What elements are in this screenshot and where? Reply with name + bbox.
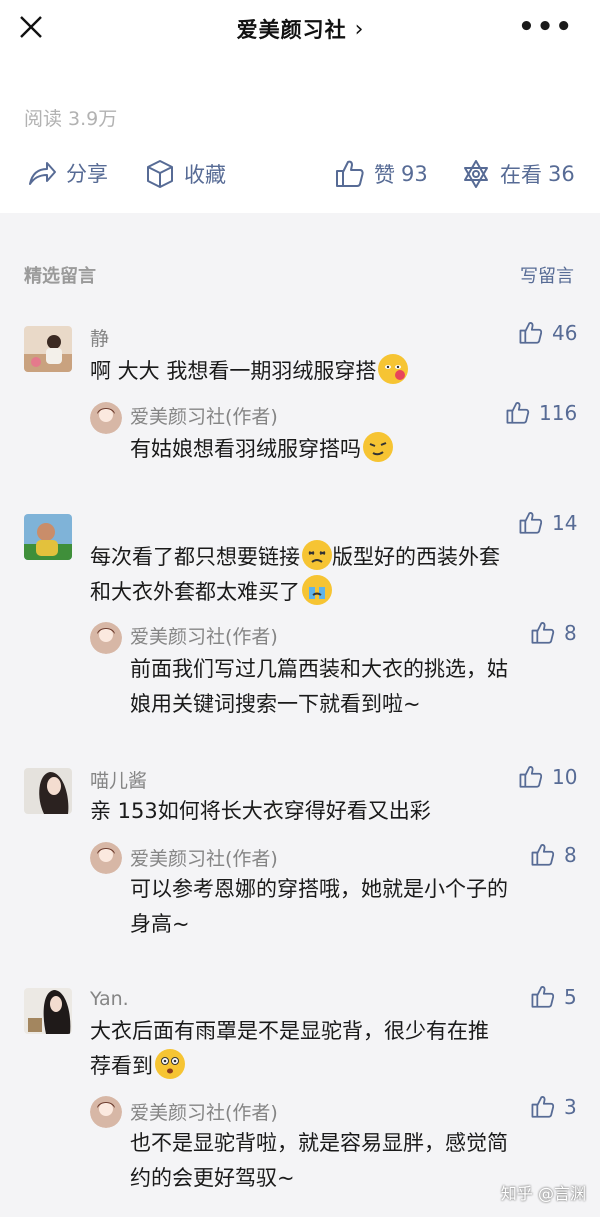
author-name: 爱美颜习社(作者) [130,1102,278,1124]
reply-like-button[interactable]: 116 [505,400,577,426]
comment-like-count: 5 [564,985,577,1009]
share-label: 分享 [66,162,108,186]
watching-button[interactable]: 在看 36 [460,158,575,190]
like-button[interactable]: 赞 93 [334,158,428,190]
top-bar: 爱美颜习社 › ••• [0,0,600,58]
thumbs-up-icon [519,322,543,344]
reply-text: 前面我们写过几篇西装和大衣的挑选，姑 娘用关键词搜索一下就看到啦~ [130,652,508,722]
user-photo [24,988,72,1034]
reply-text: 可以参考恩娜的穿搭哦，她就是小个子的 身高~ [130,872,508,942]
page-title: 爱美颜习社 [236,18,347,42]
comment-like-button[interactable]: 14 [518,510,577,536]
thumbs-up-icon [531,1096,555,1118]
comment-text-line1: 每次看了都只想要链接 [90,545,300,569]
like-label: 赞 [374,163,395,187]
comment-text-content: 啊 大大 我想看一期羽绒服穿搭 [90,359,377,383]
reply-text-line1: 前面我们写过几篇西装和大衣的挑选，姑 [130,657,508,681]
write-comment-link[interactable]: 写留言 [520,262,574,288]
like-count: 93 [401,162,428,186]
comment-like-button[interactable]: 5 [530,984,577,1010]
author-name: 爱美颜习社(作者) [130,406,278,428]
reply-like-count: 116 [539,401,578,425]
avatar[interactable] [24,514,72,560]
reply-text-line2: 身高~ [130,912,190,936]
cube-icon [147,160,173,188]
user-photo [24,326,72,372]
comment-like-button[interactable]: 10 [518,764,577,790]
emoji-icon [155,1049,185,1079]
author-avatar-image [90,842,122,874]
comment-username: 静 [90,328,110,350]
thumbs-up-icon [336,160,364,187]
comment-text-line1: 大衣后面有雨罩是不是显驼背，很少有在推 [90,1019,489,1043]
reply-text-line1: 可以参考恩娜的穿搭哦，她就是小个子的 [130,877,508,901]
author-avatar[interactable] [90,1096,122,1128]
close-icon[interactable] [18,14,44,40]
comment-text: 亲 153如何将长大衣穿得好看又出彩 [90,799,431,823]
thumbs-up-icon [519,766,543,788]
watching-count: 36 [548,162,575,186]
article-footer: 阅读 3.9万 分享 收藏 赞 93 在看 36 [0,58,600,213]
comment-like-button[interactable]: 46 [518,320,577,346]
reply-text-line1: 也不是显驼背啦，就是容易显胖，感觉简 [130,1131,508,1155]
comment-text: 大衣后面有雨罩是不是显驼背，很少有在推 荐看到 [90,1014,489,1084]
emoji-icon [302,540,332,570]
author-avatar-image [90,402,122,434]
emoji-icon [378,354,409,384]
reply-text: 也不是显驼背啦，就是容易显胖，感觉简 约的会更好驾驭~ [130,1126,508,1196]
user-photo [24,514,72,560]
featured-comments-heading: 精选留言 [24,266,96,287]
author-avatar[interactable] [90,842,122,874]
share-icon [29,162,56,185]
thumbs-up-icon [531,986,555,1008]
reply-text-content: 有姑娘想看羽绒服穿搭吗 [130,437,361,461]
avatar[interactable] [24,988,72,1034]
avatar[interactable] [24,326,72,372]
avatar[interactable] [24,768,72,814]
favorite-button[interactable]: 收藏 [144,158,226,190]
reply-like-button[interactable]: 8 [530,620,577,646]
comment-text: 每次看了都只想要链接 版型好的西装外套 和大衣外套都太难买了 [90,540,500,610]
account-title[interactable]: 爱美颜习社 › [237,14,364,44]
thumbs-up-icon [519,512,543,534]
reply-like-count: 8 [564,843,577,867]
comment-text: 啊 大大 我想看一期羽绒服穿搭 [90,354,409,389]
favorite-label: 收藏 [184,163,226,187]
author-avatar[interactable] [90,622,122,654]
reply-text-line2: 约的会更好驾驭~ [130,1166,295,1190]
thumbs-up-icon [506,402,530,424]
author-avatar-image [90,622,122,654]
comment-username: Yan. [90,988,129,1010]
reply-like-button[interactable]: 3 [530,1094,577,1120]
read-count: 阅读 3.9万 [24,108,118,130]
author-avatar-image [90,1096,122,1128]
article-actions: 分享 收藏 赞 93 在看 36 [0,158,600,208]
author-avatar[interactable] [90,402,122,434]
reply-text: 有姑娘想看羽绒服穿搭吗 [130,432,393,467]
comment-text-line2: 和大衣外套都太难买了 [90,580,300,604]
comment-like-count: 14 [552,511,578,535]
star-of-david-icon [464,160,488,188]
reply-like-button[interactable]: 8 [530,842,577,868]
more-options-icon[interactable]: ••• [518,14,574,40]
share-button[interactable]: 分享 [26,158,108,188]
watermark: 知乎 @言渊 [500,1184,586,1203]
reply-text-line2: 娘用关键词搜索一下就看到啦~ [130,692,421,716]
comment-username: 喵儿酱 [90,770,148,792]
author-name: 爱美颜习社(作者) [130,848,278,870]
reply-like-count: 8 [564,621,577,645]
comment-like-count: 10 [552,765,578,789]
comment-like-count: 46 [552,321,578,345]
reply-like-count: 3 [564,1095,577,1119]
emoji-icon [363,432,393,462]
chevron-right-icon: › [354,16,364,42]
comment-text-line2: 荐看到 [90,1054,153,1078]
user-photo [24,768,72,814]
thumbs-up-icon [531,622,555,644]
author-name: 爱美颜习社(作者) [130,626,278,648]
thumbs-up-icon [531,844,555,866]
comment-text-line1b: 版型好的西装外套 [332,545,500,569]
watching-label: 在看 [500,163,542,187]
emoji-icon [302,575,332,605]
